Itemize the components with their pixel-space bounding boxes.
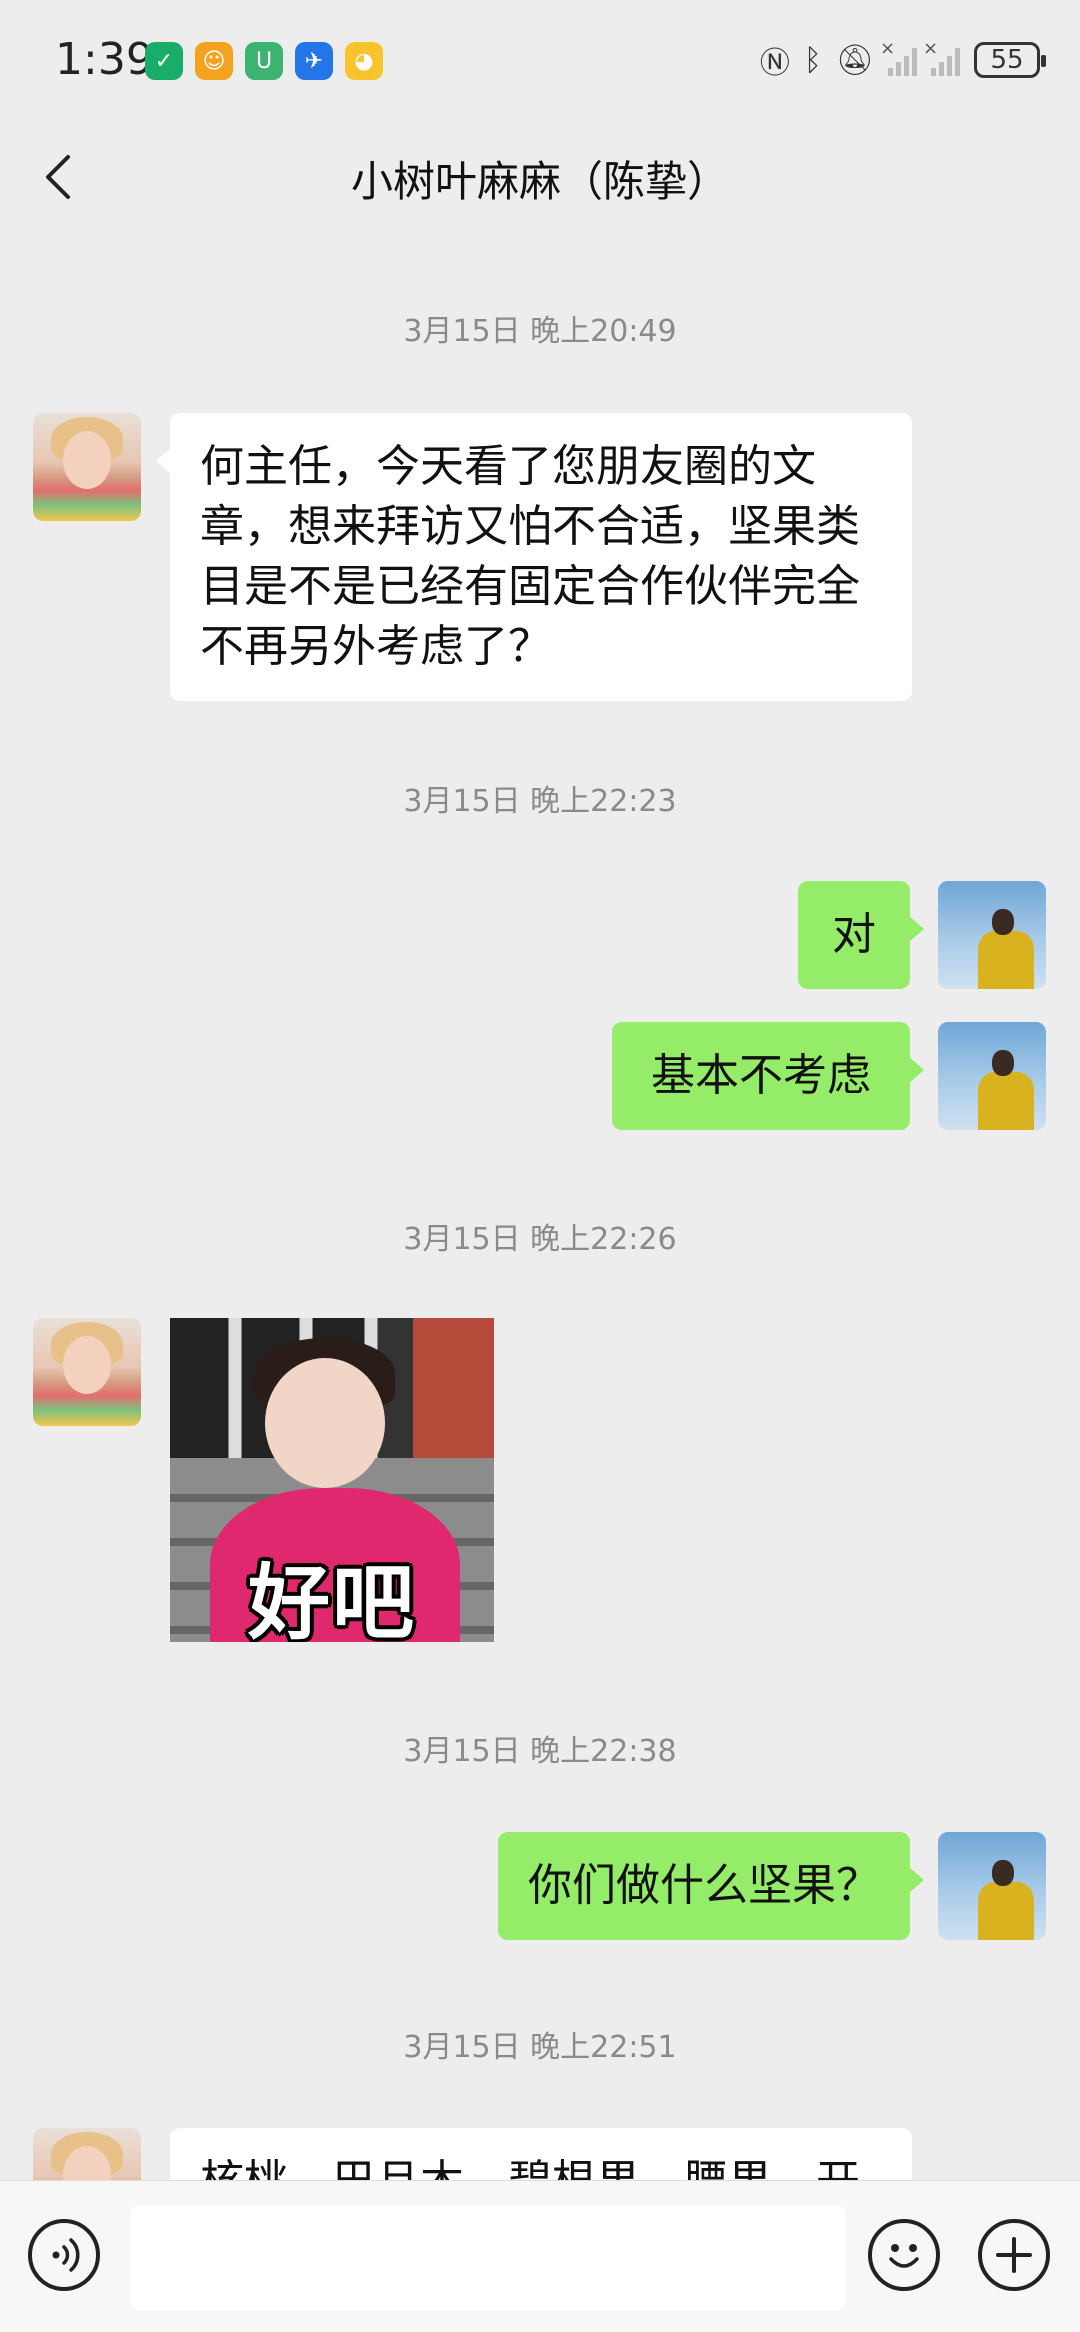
mute-bell-icon: 🔕︎ bbox=[835, 42, 874, 78]
contact-avatar[interactable] bbox=[33, 413, 141, 521]
status-time: 1:39 bbox=[55, 34, 154, 85]
green-circle-app-icon: ✓ bbox=[145, 42, 183, 80]
message-timestamp: 3月15日 晚上22:23 bbox=[403, 784, 677, 819]
my-avatar[interactable] bbox=[938, 1832, 1046, 1940]
sticker-caption: 好吧 bbox=[247, 1556, 416, 1642]
outgoing-message-bubble[interactable]: 基本不考虑 bbox=[612, 1022, 924, 1130]
outgoing-message-bubble[interactable]: 你们做什么坚果？ bbox=[498, 1832, 924, 1940]
contact-avatar[interactable] bbox=[33, 1318, 141, 1426]
contact-avatar[interactable] bbox=[33, 2128, 141, 2180]
my-avatar[interactable] bbox=[938, 1022, 1046, 1130]
status-bar: 1:39 ✓ ☺ U ✈ ◕ Ⓝ ᛒ 🔕︎ × × 55 bbox=[0, 0, 1080, 120]
sticker-message[interactable]: 好吧 bbox=[170, 1318, 494, 1642]
green-u-app-icon: U bbox=[245, 42, 283, 80]
more-options-button[interactable] bbox=[978, 2219, 1050, 2291]
voice-icon bbox=[52, 2238, 80, 2272]
signal-sim2-icon: × bbox=[923, 38, 960, 76]
message-timestamp: 3月15日 晚上20:49 bbox=[403, 314, 677, 349]
my-avatar[interactable] bbox=[938, 881, 1046, 989]
battery-icon: 55 bbox=[974, 42, 1046, 78]
plus-icon bbox=[996, 2237, 1032, 2273]
message-timestamp: 3月15日 晚上22:38 bbox=[403, 1734, 677, 1769]
incoming-message-bubble[interactable]: 核桃、巴旦木、碧根果、腰果、开 bbox=[170, 2128, 912, 2180]
emoji-button[interactable] bbox=[868, 2219, 940, 2291]
yellow-duck-app-icon: ◕ bbox=[345, 42, 383, 80]
message-input[interactable] bbox=[130, 2205, 846, 2311]
notification-icons: ✓ ☺ U ✈ ◕ bbox=[145, 42, 383, 80]
chat-title: 小树叶麻麻（陈挚） bbox=[350, 157, 729, 206]
chat-header: 小树叶麻麻（陈挚） bbox=[0, 120, 1080, 235]
nfc-icon: Ⓝ bbox=[759, 46, 790, 81]
voice-input-button[interactable] bbox=[28, 2219, 100, 2291]
partially-visible-message: 核桃、巴旦木、碧根果、腰果、开 bbox=[0, 2124, 1080, 2180]
orange-chick-app-icon: ☺ bbox=[195, 42, 233, 80]
incoming-message-bubble[interactable]: 何主任，今天看了您朋友圈的文章，想来拜访又怕不合适，坚果类目是不是已经有固定合作… bbox=[156, 413, 912, 701]
smiley-icon bbox=[889, 2244, 919, 2268]
signal-sim1-icon: × bbox=[880, 38, 917, 76]
blue-plane-app-icon: ✈ bbox=[295, 42, 333, 80]
bluetooth-icon: ᛒ bbox=[803, 42, 822, 78]
input-bar bbox=[0, 2180, 1080, 2332]
system-icons: Ⓝ ᛒ 🔕︎ × × 55 bbox=[759, 38, 1046, 82]
message-timestamp: 3月15日 晚上22:26 bbox=[403, 1222, 677, 1257]
message-timestamp: 3月15日 晚上22:51 bbox=[403, 2030, 677, 2065]
outgoing-message-bubble[interactable]: 对 bbox=[798, 881, 924, 989]
